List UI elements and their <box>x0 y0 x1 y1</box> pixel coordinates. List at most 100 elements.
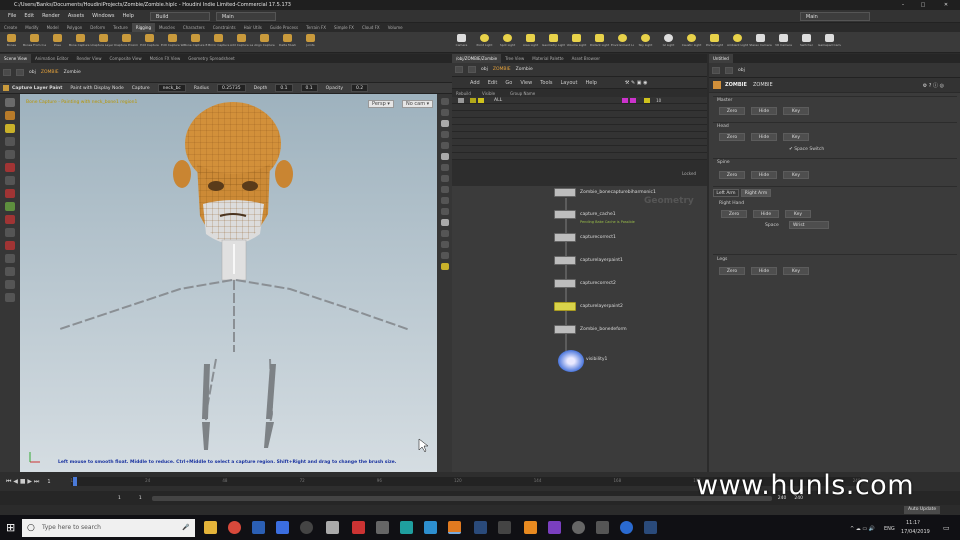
tools-icons[interactable]: ⚒ ✎ ▣ ◉ <box>625 80 648 86</box>
depth-field-b[interactable]: 0.1 <box>300 84 318 92</box>
color-swatch[interactable] <box>644 97 651 103</box>
tray-icons[interactable]: ^ ☁ ▭ 🔊 <box>850 526 875 532</box>
node-zombie-bonecapturebiharmonic1[interactable] <box>554 188 576 197</box>
back-icon[interactable] <box>712 66 720 74</box>
shelf-tab[interactable]: Volume <box>384 23 407 32</box>
tool-capture-proximity[interactable]: Capture Proximity <box>115 32 138 53</box>
app-icon[interactable] <box>352 521 365 534</box>
word-icon[interactable] <box>252 521 265 534</box>
tool-area-light[interactable]: Area Light <box>519 32 542 53</box>
group-row[interactable]: ALL 10 <box>452 97 707 104</box>
paint-brush-icon[interactable] <box>5 202 15 211</box>
forward-icon[interactable] <box>725 66 733 74</box>
param-gear-icons[interactable]: ⚙ ? ⓘ ◎ <box>923 82 944 89</box>
tool-point-light[interactable]: Point Light <box>473 32 496 53</box>
render-region-icon[interactable] <box>440 263 449 270</box>
tool-gamepad-camera[interactable]: Gamepad Camera <box>818 32 841 53</box>
tab-asset-browser[interactable]: Asset Browser <box>568 54 604 63</box>
path-obj[interactable]: obj <box>738 68 745 73</box>
desktop-right-dropdown[interactable]: Main <box>799 11 870 21</box>
wireframe-icon[interactable] <box>440 120 449 127</box>
path-zombie-subnet[interactable]: ZOMBIE <box>493 67 511 72</box>
tab-composite-view[interactable]: Composite View <box>106 54 146 63</box>
space-switch-checkbox[interactable]: ✔ Space Switch <box>789 147 824 152</box>
tab-material-palette[interactable]: Material Palette <box>528 54 567 63</box>
guide-icon[interactable] <box>440 208 449 215</box>
space-dropdown[interactable]: Wrist <box>789 221 829 229</box>
tool-stereo-camera[interactable]: Stereo Camera <box>749 32 772 53</box>
tab-motion-fx-view[interactable]: Motion FX View <box>146 54 185 63</box>
tab-network[interactable]: /obj/ZOMBIE/Zombie <box>452 54 502 63</box>
depth-field-a[interactable]: 0.1 <box>275 84 293 92</box>
tool-camera[interactable]: Camera <box>450 32 473 53</box>
clock-date[interactable]: 17/04/2019 <box>901 529 930 535</box>
select-icon[interactable] <box>5 98 15 107</box>
visibility-icon[interactable] <box>440 131 449 138</box>
file-explorer-icon[interactable] <box>204 521 217 534</box>
menu-file[interactable]: File <box>4 10 20 23</box>
range-start-field[interactable]: 1 <box>118 496 121 501</box>
tool-mirror-capture[interactable]: Mirror Capture <box>207 32 230 53</box>
windows-start-icon[interactable]: ⊞ <box>6 521 15 534</box>
tool-ambient-light[interactable]: Ambient Light <box>726 32 749 53</box>
display-option-icon[interactable] <box>440 98 449 105</box>
key-button[interactable]: Key <box>783 267 809 275</box>
scene-viewport[interactable]: Persp ▾ No cam ▾ <box>20 94 437 472</box>
back-icon[interactable] <box>455 66 463 73</box>
microphone-icon[interactable]: 🎤 <box>182 519 189 537</box>
grid-icon[interactable] <box>5 267 15 276</box>
ruler-icon[interactable] <box>5 280 15 289</box>
tool-volume-light[interactable]: Volume Light <box>565 32 588 53</box>
node-capture-cache1[interactable] <box>554 210 576 219</box>
vlc-icon[interactable] <box>524 521 537 534</box>
grid-toggle-icon[interactable] <box>440 197 449 204</box>
forward-icon[interactable] <box>468 66 476 73</box>
maximize-button[interactable]: □ <box>913 0 933 10</box>
menu-edit[interactable]: Edit <box>20 10 38 23</box>
menu-help[interactable]: Help <box>586 80 597 86</box>
path-obj[interactable]: obj <box>481 67 488 72</box>
forward-icon[interactable] <box>16 69 24 76</box>
tool-caustic-light[interactable]: Caustic Light <box>680 32 703 53</box>
zero-button[interactable]: Zero <box>719 133 745 141</box>
clock-app-icon[interactable] <box>300 521 313 534</box>
clock-time[interactable]: 11:1? <box>906 520 920 526</box>
menu-go[interactable]: Go <box>505 80 512 86</box>
paint-mode-toggle[interactable]: Paint with Display Node <box>70 86 123 91</box>
menu-windows[interactable]: Windows <box>88 10 118 23</box>
houdini-icon[interactable] <box>448 521 461 534</box>
desktop-main-dropdown[interactable]: Main <box>215 11 276 21</box>
tool-add-capture-layer[interactable]: Add Capture Layer <box>230 32 253 53</box>
app-icon[interactable] <box>620 521 633 534</box>
play-controls[interactable]: ⏮ ◀ ■ ▶ ⏭ <box>6 478 39 486</box>
flipbook-icon[interactable] <box>440 252 449 259</box>
tool-switcher[interactable]: Switcher <box>795 32 818 53</box>
node-capturecorrect2[interactable] <box>554 279 576 288</box>
pose-tool-icon[interactable] <box>5 176 15 185</box>
desktop-build-dropdown[interactable]: Build <box>149 11 210 21</box>
node-capturecorrect1[interactable] <box>554 233 576 242</box>
tool-bones[interactable]: Bones <box>0 32 23 53</box>
lasso-icon[interactable] <box>5 215 15 224</box>
node-zombie-bonedeform[interactable] <box>554 325 576 334</box>
app-icon[interactable] <box>326 521 339 534</box>
tab-geometry-spreadsheet[interactable]: Geometry Spreadsheet <box>184 54 238 63</box>
magnet-icon[interactable] <box>5 241 15 250</box>
snap-icon[interactable] <box>5 254 15 263</box>
taskbar-search-input[interactable]: ○ Type here to search 🎤 <box>22 519 195 537</box>
key-button[interactable]: Key <box>783 133 809 141</box>
range-start-field-b[interactable]: 1 <box>139 496 142 501</box>
pivot-icon[interactable] <box>5 293 15 302</box>
app-icon[interactable] <box>376 521 389 534</box>
move-icon[interactable] <box>5 111 15 120</box>
visible-swatch[interactable] <box>478 97 484 103</box>
tool-bones-from-curve[interactable]: Bones From Curve <box>23 32 46 53</box>
visible-swatch[interactable] <box>470 97 476 103</box>
menu-layout[interactable]: Layout <box>561 80 578 86</box>
tool-gi-light[interactable]: GI Light <box>657 32 680 53</box>
menu-tools[interactable]: Tools <box>540 80 552 86</box>
tab-animation-editor[interactable]: Animation Editor <box>31 54 73 63</box>
auto-update-button[interactable]: Auto Update <box>904 506 941 514</box>
menu-help[interactable]: Help <box>118 10 137 23</box>
node-name-field[interactable]: ZOMBIE <box>753 82 773 88</box>
